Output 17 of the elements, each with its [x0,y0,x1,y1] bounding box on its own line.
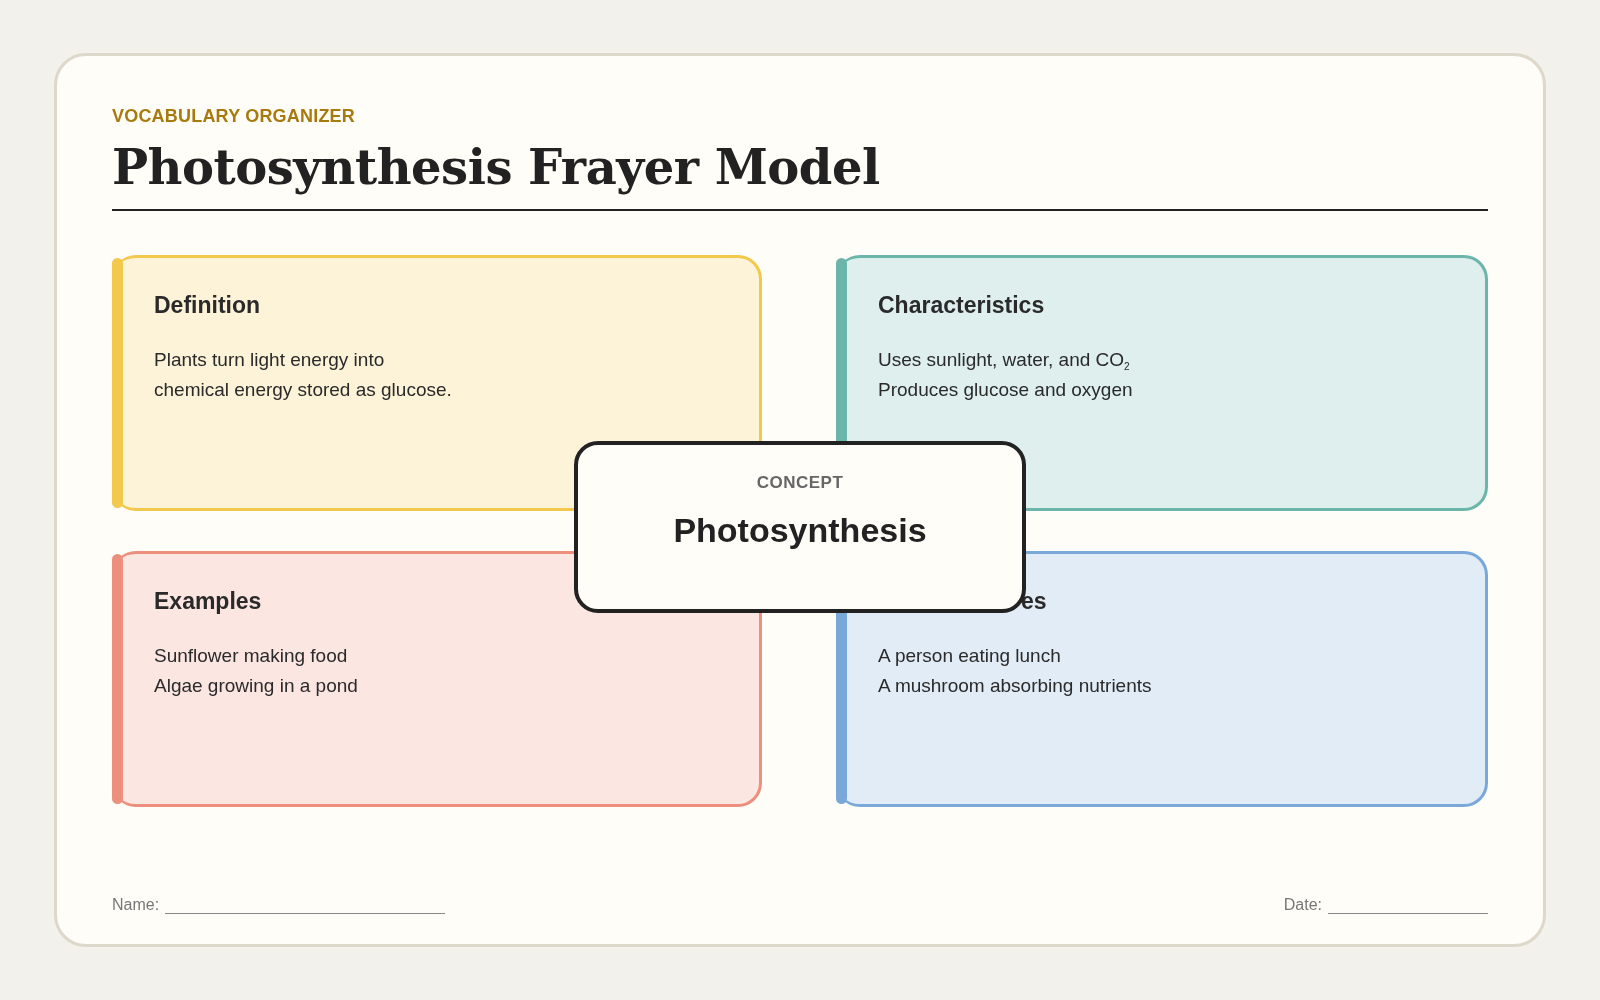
concept-term: Photosynthesis [673,511,927,550]
quadrant-heading: Characteristics [878,292,1046,319]
name-label: Name: [112,896,160,914]
quadrant-heading: es [1021,588,1048,615]
quadrant-line: Sunflower making food [154,644,349,668]
quadrant-line: Produces glucose and oxygen [878,378,1134,402]
worksheet-title: Photosynthesis Frayer Model [112,139,881,195]
quadrant-heading: Definition [154,292,262,319]
concept-label: CONCEPT [756,473,844,493]
quadrant-line: A mushroom absorbing nutrients [878,674,1153,698]
quadrant-line: Algae growing in a pond [154,674,359,698]
date-label: Date: [1283,896,1322,914]
quadrant-heading: Examples [154,588,263,615]
quadrant-line: Uses sunlight, water, and CO$_{2}$ [878,348,1131,374]
kicker-label: VOCABULARY ORGANIZER [112,106,356,127]
quadrant-paragraph: Plants turn light energy into chemical energy stored as glucose. [154,348,453,402]
quadrant-line: A person eating lunch [878,644,1062,668]
